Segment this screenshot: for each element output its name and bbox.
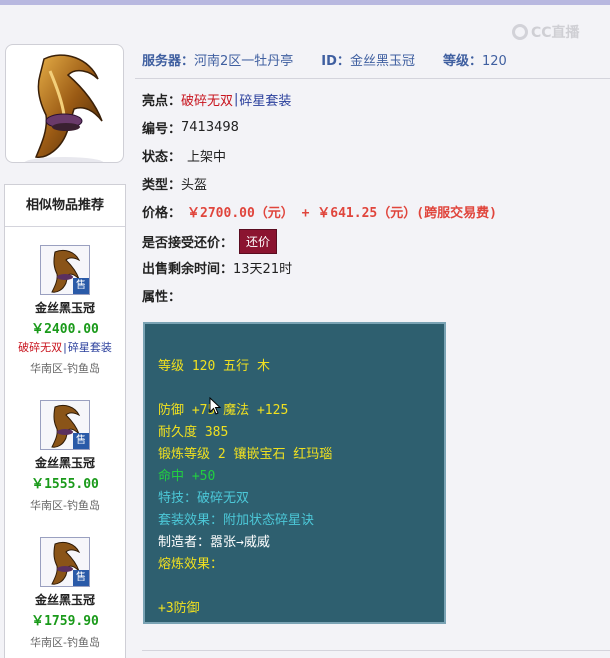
bargain-button[interactable]: 还价 — [239, 229, 278, 254]
status-value: 上架中 — [187, 150, 227, 165]
attr-label: 属性： — [142, 290, 182, 305]
item-server: 华南区-钓鱼岛 — [30, 499, 100, 512]
top-stripe — [0, 0, 610, 5]
bargain-label: 是否接受还价： — [142, 236, 234, 251]
time-row: 出售剩余时间： 13天21时 — [142, 258, 292, 277]
cc-live-watermark: CC直播 — [512, 22, 580, 42]
attr-line: +3防御 — [158, 601, 200, 616]
number-value: 7413498 — [181, 120, 239, 135]
cc-logo-icon — [512, 24, 528, 40]
item-thumbnail[interactable]: 售 — [40, 400, 90, 450]
type-value: 头盔 — [181, 178, 208, 193]
item-name[interactable]: 金丝黑玉冠 — [5, 454, 125, 471]
level-label: 等级： — [442, 54, 482, 69]
attr-line: 命中 +50 — [158, 469, 216, 484]
id-label: ID： — [321, 54, 350, 69]
item-header: 服务器： 河南2区一牡丹亭 ID： 金丝黑玉冠 等级： 120 — [142, 50, 610, 69]
type-row: 类型： 头盔 — [142, 174, 207, 193]
sell-badge: 售 — [73, 570, 89, 586]
id-value: 金丝黑玉冠 — [349, 54, 415, 69]
server-value: 河南2区一牡丹亭 — [194, 54, 294, 69]
attribute-panel: 等级 120 五行 木 防御 +75 魔法 +125 耐久度 385 锻炼等级 … — [143, 322, 446, 624]
item-tag-1: 破碎无双 — [18, 341, 63, 354]
recommended-item[interactable]: 售 金丝黑玉冠 ￥2400.00 破碎无双|碎星套装 华南区-钓鱼岛 — [5, 245, 125, 376]
bargain-row: 是否接受还价： 还价 — [142, 229, 278, 254]
item-tags: 破碎无双|碎星套装 — [5, 339, 125, 355]
item-thumbnail[interactable]: 售 — [40, 537, 90, 587]
item-name[interactable]: 金丝黑玉冠 — [5, 299, 125, 316]
server-label: 服务器： — [142, 54, 195, 69]
attr-line: 制造者：嚣张→威威 — [158, 535, 270, 550]
watermark-text: CC直播 — [531, 25, 580, 41]
number-label: 编号： — [142, 122, 182, 137]
highlight-tag-2[interactable]: 碎星套装 — [239, 90, 291, 109]
attr-line: 锻炼等级 2 镶嵌宝石 红玛瑙 — [158, 447, 333, 462]
attr-row: 属性： — [142, 286, 181, 305]
highlight-label: 亮点： — [142, 94, 182, 109]
mouse-cursor-icon — [209, 397, 221, 415]
item-image — [5, 44, 124, 163]
sell-badge: 售 — [73, 433, 89, 449]
item-price: ￥2400.00 — [31, 322, 99, 337]
recommended-item[interactable]: 售 金丝黑玉冠 ￥1555.00 华南区-钓鱼岛 — [5, 400, 125, 513]
status-row: 状态： 上架中 — [142, 146, 226, 165]
helmet-image — [24, 54, 104, 162]
item-tag-2: 碎星套装 — [67, 341, 112, 354]
time-label: 出售剩余时间： — [142, 262, 234, 277]
highlight-tag-1[interactable]: 破碎无双 — [181, 90, 233, 109]
item-thumbnail[interactable]: 售 — [40, 245, 90, 295]
attr-line: 耐久度 385 — [158, 425, 229, 440]
attr-line: 等级 120 五行 木 — [158, 359, 270, 374]
price-row: 价格： ￥2700.00（元） + ￥641.25（元）(跨服交易费) — [142, 202, 497, 221]
bottom-divider — [142, 650, 610, 651]
highlight-row: 亮点： 破碎无双 | 碎星套装 — [142, 90, 291, 109]
attr-line: 防御 +75 魔法 +125 — [158, 403, 289, 418]
attr-line: 特技：破碎无双 — [158, 491, 250, 506]
sidebar-title: 相似物品推荐 — [5, 185, 125, 227]
level-value: 120 — [481, 54, 507, 69]
item-server: 华南区-钓鱼岛 — [30, 362, 100, 375]
price-label: 价格： — [142, 206, 182, 221]
item-server: 华南区-钓鱼岛 — [30, 636, 100, 649]
number-row: 编号： 7413498 — [142, 118, 239, 137]
status-label: 状态： — [142, 150, 182, 165]
item-price: ￥1555.00 — [31, 477, 99, 492]
type-label: 类型： — [142, 178, 182, 193]
time-value: 13天21时 — [233, 262, 293, 277]
attr-line: 熔炼效果： — [158, 557, 224, 572]
item-price: ￥1759.90 — [31, 614, 99, 629]
similar-items-sidebar: 相似物品推荐 售 金丝黑玉冠 ￥2400.00 破碎无双|碎星套装 华南区-钓鱼… — [4, 184, 126, 658]
sell-badge: 售 — [73, 278, 89, 294]
price-value: ￥2700.00（元） + ￥641.25（元）(跨服交易费) — [187, 206, 497, 221]
header-divider — [135, 78, 610, 79]
item-name[interactable]: 金丝黑玉冠 — [5, 591, 125, 608]
recommended-item[interactable]: 售 金丝黑玉冠 ￥1759.90 华南区-钓鱼岛 — [5, 537, 125, 650]
attr-line: 套装效果：附加状态碎星诀 — [158, 513, 315, 528]
